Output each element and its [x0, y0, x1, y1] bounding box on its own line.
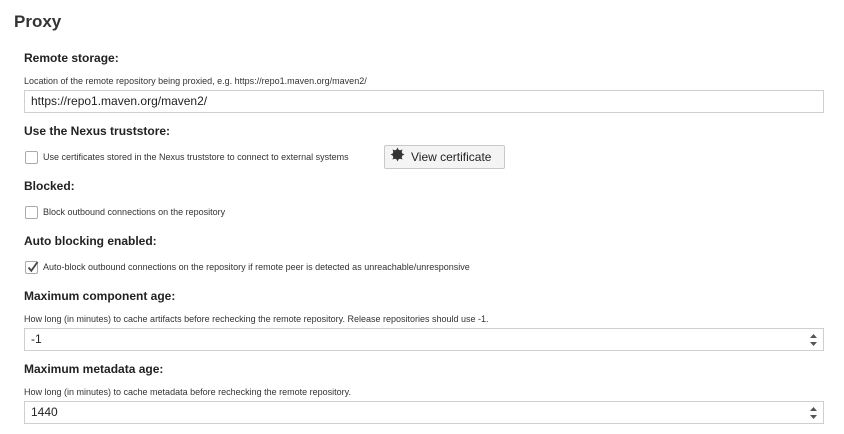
- auto-blocking-row: Auto-block outbound connections on the r…: [25, 260, 470, 274]
- max-component-age-label: Maximum component age:: [24, 289, 176, 303]
- blocked-row: Block outbound connections on the reposi…: [25, 205, 225, 219]
- spinner-arrows-icon[interactable]: [809, 406, 818, 420]
- truststore-checkbox[interactable]: [25, 150, 38, 164]
- max-component-age-value: -1: [31, 332, 42, 346]
- max-metadata-age-input[interactable]: 1440: [24, 401, 824, 424]
- max-metadata-age-label: Maximum metadata age:: [24, 362, 164, 376]
- remote-storage-input[interactable]: https://repo1.maven.org/maven2/: [24, 90, 824, 113]
- remote-storage-help: Location of the remote repository being …: [24, 76, 367, 86]
- section-title: Proxy: [14, 12, 62, 31]
- view-certificate-label: View certificate: [411, 150, 492, 164]
- checkmark-icon: [27, 260, 39, 272]
- truststore-row: Use certificates stored in the Nexus tru…: [25, 150, 349, 164]
- view-certificate-button[interactable]: View certificate: [384, 145, 505, 169]
- max-metadata-age-value: 1440: [31, 405, 58, 419]
- auto-blocking-checkbox-label: Auto-block outbound connections on the r…: [43, 262, 470, 272]
- max-component-age-input[interactable]: -1: [24, 328, 824, 351]
- remote-storage-label: Remote storage:: [24, 51, 119, 65]
- remote-storage-value: https://repo1.maven.org/maven2/: [31, 94, 208, 108]
- blocked-checkbox-label: Block outbound connections on the reposi…: [43, 207, 226, 217]
- spinner-arrows-icon[interactable]: [809, 333, 818, 347]
- blocked-label: Blocked:: [24, 179, 75, 193]
- max-component-age-help: How long (in minutes) to cache artifacts…: [24, 314, 489, 324]
- blocked-checkbox[interactable]: [25, 205, 38, 219]
- truststore-checkbox-label: Use certificates stored in the Nexus tru…: [43, 152, 349, 162]
- auto-blocking-label: Auto blocking enabled:: [24, 234, 157, 248]
- max-metadata-age-help: How long (in minutes) to cache metadata …: [24, 387, 351, 397]
- auto-blocking-checkbox[interactable]: [25, 260, 39, 274]
- gear-badge-icon: [390, 147, 405, 167]
- truststore-label: Use the Nexus truststore:: [24, 124, 171, 138]
